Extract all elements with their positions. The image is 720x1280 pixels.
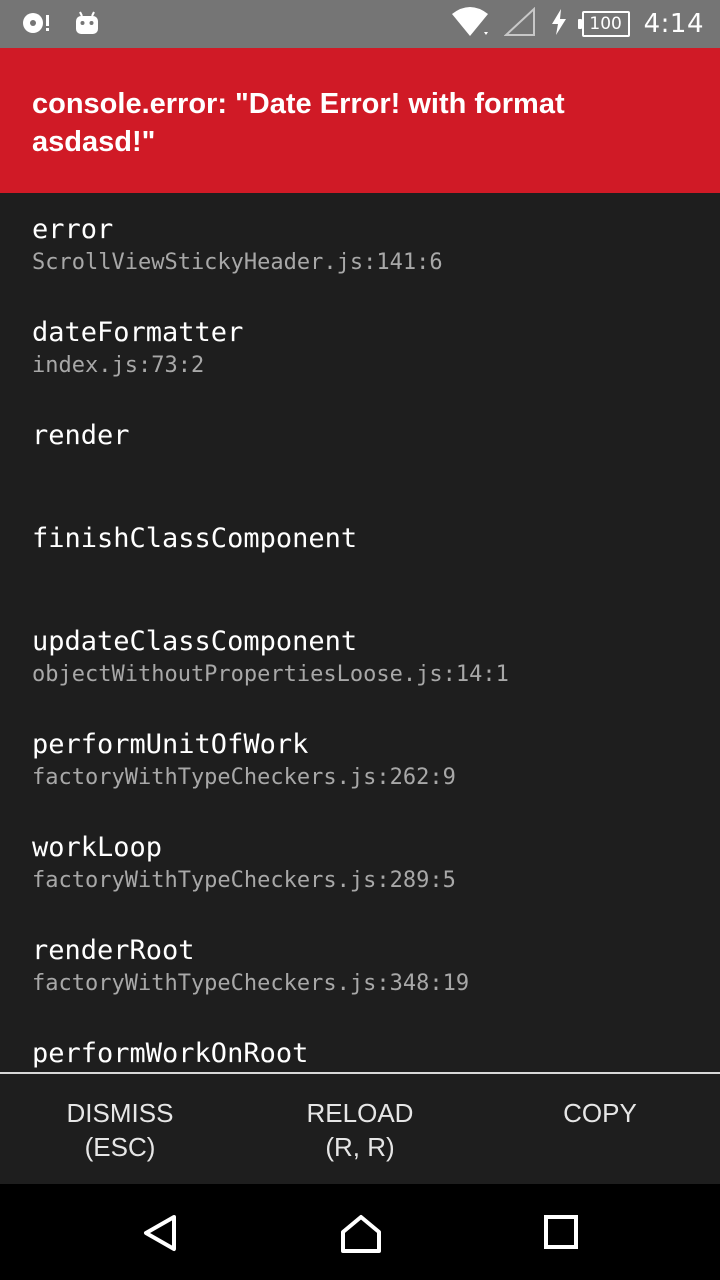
frame-location: index.js:73:2 (32, 353, 205, 378)
frame-method: workLoop (32, 832, 163, 863)
wifi-icon (450, 6, 490, 43)
back-icon[interactable] (142, 1214, 178, 1252)
stack-trace[interactable]: error ScrollViewStickyHeader.js:141:6 da… (0, 193, 720, 1072)
frame-method: dateFormatter (32, 317, 244, 348)
frame-method: finishClassComponent (32, 523, 358, 554)
reload-label: RELOAD (306, 1098, 414, 1128)
charging-icon (550, 8, 568, 41)
reload-shortcut: (R, R) (325, 1132, 395, 1162)
android-icon (74, 10, 100, 41)
reload-button[interactable]: RELOAD (R, R) (240, 1096, 480, 1164)
error-header: console.error: "Date Error! with format … (0, 48, 720, 193)
home-icon[interactable] (340, 1214, 382, 1254)
stack-frame[interactable]: error ScrollViewStickyHeader.js:141:6 (32, 212, 443, 278)
stack-frame[interactable]: dateFormatter index.js:73:2 (32, 315, 243, 381)
stack-frame[interactable]: finishClassComponent (32, 521, 357, 557)
stack-frame[interactable]: renderRoot factoryWithTypeCheckers.js:34… (32, 933, 469, 999)
frame-location: ScrollViewStickyHeader.js:141:6 (32, 250, 443, 275)
frame-location: factoryWithTypeCheckers.js:262:9 (32, 765, 456, 790)
stack-frame[interactable]: render (32, 418, 130, 454)
battery-level: 100 (589, 14, 622, 34)
action-bar: DISMISS (ESC) RELOAD (R, R) COPY (0, 1074, 720, 1184)
frame-method: performWorkOnRoot (32, 1038, 309, 1069)
recents-icon[interactable] (543, 1214, 579, 1250)
frame-method: performUnitOfWork (32, 729, 309, 760)
stack-frame[interactable]: workLoop factoryWithTypeCheckers.js:289:… (32, 830, 456, 896)
dismiss-label: DISMISS (66, 1098, 174, 1128)
signal-icon (503, 6, 536, 42)
stack-frame[interactable]: updateClassComponent objectWithoutProper… (32, 624, 509, 690)
frame-method: render (32, 420, 130, 451)
frame-method: updateClassComponent (32, 626, 358, 657)
dismiss-button[interactable]: DISMISS (ESC) (0, 1096, 240, 1164)
stack-frame[interactable]: performUnitOfWork factoryWithTypeChecker… (32, 727, 456, 793)
error-title: console.error: "Date Error! with format … (32, 88, 565, 158)
frame-method: error (32, 214, 114, 245)
frame-method: renderRoot (32, 935, 195, 966)
copy-button[interactable]: COPY (480, 1096, 720, 1130)
battery-icon: 100 (577, 11, 630, 37)
dismiss-shortcut: (ESC) (84, 1132, 156, 1162)
copy-label: COPY (563, 1098, 637, 1128)
status-time: 4:14 (643, 9, 704, 39)
stack-frame[interactable]: performWorkOnRoot (32, 1036, 308, 1072)
media-icon (22, 11, 52, 40)
frame-location: objectWithoutPropertiesLoose.js:14:1 (32, 662, 509, 687)
navigation-bar (0, 1184, 720, 1280)
status-bar: 100 4:14 (0, 0, 720, 48)
frame-location: factoryWithTypeCheckers.js:348:19 (32, 971, 470, 996)
frame-location: factoryWithTypeCheckers.js:289:5 (32, 868, 456, 893)
